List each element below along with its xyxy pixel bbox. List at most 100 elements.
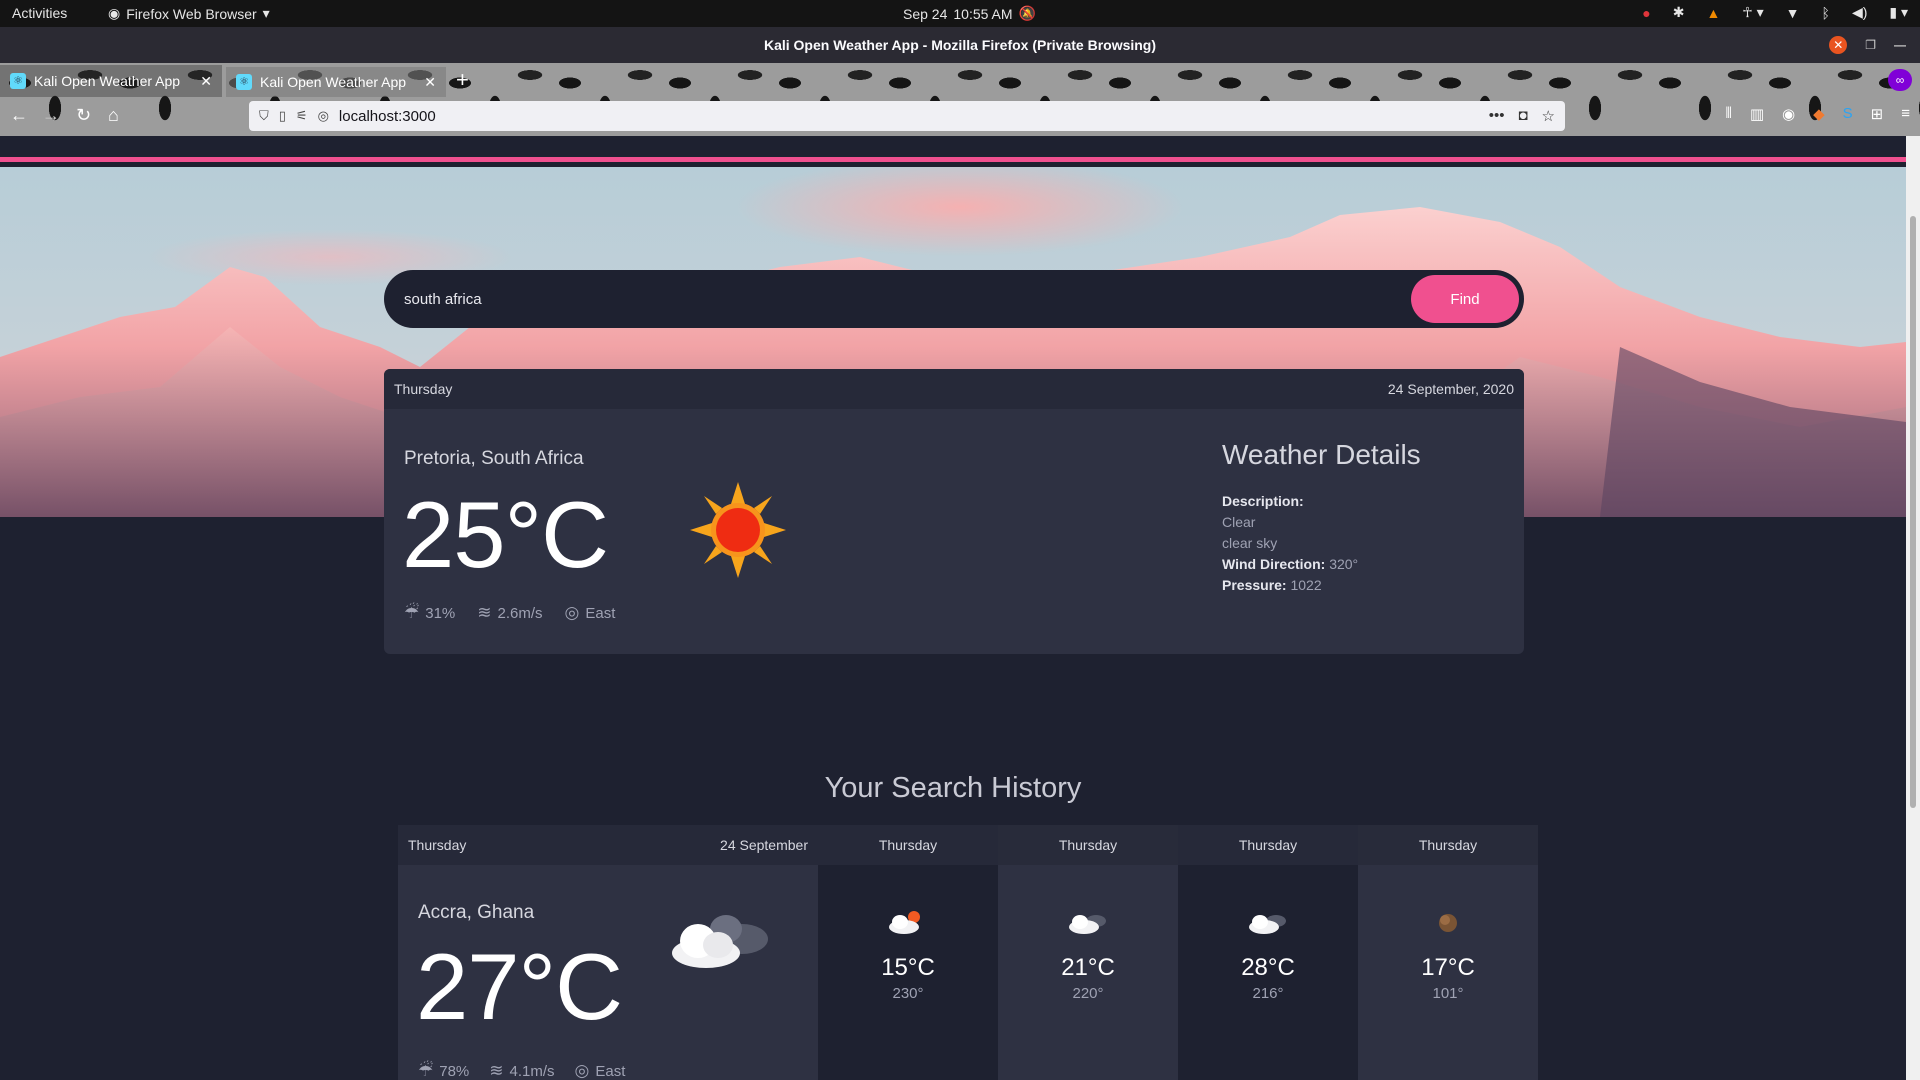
history-day: Thursday (408, 837, 467, 853)
cloud-icon (1069, 915, 1106, 934)
react-icon: ⚛ (10, 73, 26, 89)
wind-stat: ≋ 4.1m/s (489, 1061, 554, 1080)
history-item-degree: 101° (1432, 985, 1464, 1002)
wind-direction-label: Wind Direction: (1222, 556, 1326, 572)
history-item-temperature: 28°C (1241, 954, 1295, 981)
pocket-icon[interactable]: ◘ (1518, 107, 1527, 125)
window-close-button[interactable]: ✕ (1829, 36, 1848, 54)
find-button[interactable]: Find (1411, 275, 1519, 323)
history-item[interactable]: Thursday 15°C 230° (818, 825, 998, 1080)
menu-icon[interactable]: ≡ (1901, 105, 1910, 123)
extensions-icon[interactable]: ⊞ (1871, 105, 1884, 123)
private-browsing-icon: ∞ (1888, 69, 1912, 91)
tab-weather-app-1[interactable]: ⚛ Kali Open Weather App ✕ (0, 65, 222, 97)
chevron-down-icon: ▾ (262, 5, 270, 21)
page-scrollbar[interactable] (1906, 136, 1920, 1080)
cloud-icon (672, 915, 768, 968)
compass-icon: ◎ (574, 1061, 590, 1080)
clock-time: 10:55 AM (953, 5, 1013, 22)
tab-strip: ⚛ Kali Open Weather App ✕ ⚛ Kali Open We… (0, 63, 1920, 97)
extension-icon[interactable]: ◆ (1813, 105, 1825, 123)
close-icon[interactable]: ✕ (200, 73, 212, 90)
library-icon[interactable]: ⫴ (1726, 105, 1732, 123)
partly-cloudy-sun-icon (889, 911, 920, 934)
url-text[interactable]: localhost:3000 (339, 108, 1479, 125)
activities-button[interactable]: Activities (12, 5, 67, 21)
humidity-value: 31% (425, 604, 456, 622)
humidity-stat: ☔ 31% (404, 603, 455, 623)
weather-city: Pretoria, South Africa (404, 448, 584, 469)
description-sub: clear sky (1222, 535, 1278, 551)
tab-weather-app-2[interactable]: ⚛ Kali Open Weather App ✕ (226, 65, 446, 97)
search-input[interactable] (404, 270, 1384, 328)
reload-button[interactable]: ↻ (76, 105, 91, 126)
weather-temperature: 25°C (402, 482, 609, 587)
shield-icon[interactable]: ⛉ (259, 108, 269, 124)
history-item-day: Thursday (1178, 825, 1358, 865)
history-item[interactable]: Thursday 28°C 216° (1178, 825, 1358, 1080)
wind-icon: ≋ (489, 1061, 504, 1080)
accessibility-icon[interactable]: ☥ ▾ (1742, 4, 1763, 21)
window-restore-button[interactable]: ❐ (1865, 38, 1876, 52)
weather-date: 24 September, 2020 (1387, 381, 1514, 397)
history-item-degree: 216° (1252, 985, 1284, 1002)
direction-stat: ◎ East (565, 603, 616, 623)
wind-value: 4.1m/s (509, 1062, 555, 1080)
history-stats: ☔ 78% ≋ 4.1m/s ◎ East (418, 1061, 625, 1080)
page-icon[interactable]: ▯ (279, 108, 286, 124)
battery-icon[interactable]: ▮ ▾ (1889, 4, 1908, 21)
forward-button[interactable]: → (42, 105, 60, 126)
recorder-icon[interactable]: ● (1642, 5, 1650, 21)
app-menu-label: Firefox Web Browser (126, 5, 257, 22)
react-icon: ⚛ (236, 74, 252, 90)
direction-stat: ◎ East (575, 1061, 626, 1080)
navigation-toolbar: ← → ↻ ⌂ ⛉ ▯ ⚟ ◎ localhost:3000 ••• ◘ ☆ ⫴… (0, 97, 1920, 136)
tab-title: Kali Open Weather App (260, 74, 407, 90)
new-tab-button[interactable]: + (456, 67, 469, 93)
bookmark-star-icon[interactable]: ☆ (1542, 107, 1555, 125)
history-item-day: Thursday (818, 825, 998, 865)
firefox-icon: ◉ (108, 5, 121, 21)
wifi-icon[interactable]: ▼ (1786, 5, 1800, 21)
scrollbar-thumb[interactable] (1910, 216, 1916, 808)
history-item[interactable]: Thursday 17°C 101° (1358, 825, 1538, 1080)
direction-value: East (595, 1062, 626, 1080)
sidebar-icon[interactable]: ▥ (1750, 105, 1764, 123)
vlc-icon[interactable]: ▲ (1706, 5, 1720, 21)
description-main: Clear (1222, 514, 1256, 530)
app-nav-strip (0, 136, 1906, 162)
home-button[interactable]: ⌂ (108, 105, 119, 126)
history-item-temperature: 15°C (881, 954, 935, 981)
weather-details-heading: Weather Details (1222, 439, 1421, 470)
address-bar[interactable]: ⛉ ▯ ⚟ ◎ localhost:3000 ••• ◘ ☆ (249, 101, 1565, 131)
app-menu[interactable]: ◉ Firefox Web Browser ▾ (108, 5, 270, 22)
window-minimize-button[interactable]: — (1894, 38, 1906, 52)
history-main-card[interactable]: Thursday 24 September Accra, Ghana 27°C … (398, 825, 818, 1080)
volume-icon[interactable]: ◀) (1852, 4, 1867, 21)
current-weather-card: Thursday 24 September, 2020 Pretoria, So… (384, 369, 1524, 654)
history-city: Accra, Ghana (418, 902, 535, 923)
permissions-icon[interactable]: ⚟ (296, 108, 308, 124)
history-date: 24 September (720, 837, 808, 853)
history-item[interactable]: Thursday 21°C 220° (998, 825, 1178, 1080)
humidity-stat: ☔ 78% (418, 1061, 469, 1080)
bluetooth-icon[interactable]: ᛒ (1822, 5, 1830, 21)
pressure-label: Pressure: (1222, 577, 1287, 593)
page-actions-icon[interactable]: ••• (1489, 107, 1505, 125)
extension-s-icon[interactable]: S (1843, 105, 1853, 123)
account-icon[interactable]: ◉ (1782, 105, 1795, 123)
history-temperature: 27°C (416, 934, 623, 1039)
window-title-bar: Kali Open Weather App - Mozilla Firefox … (0, 27, 1920, 63)
clock[interactable]: Sep 24 10:55 AM 🔕 (903, 5, 1036, 22)
weather-stats: ☔ 31% ≋ 2.6m/s ◎ East (404, 603, 615, 623)
wind-stat: ≋ 2.6m/s (477, 603, 542, 623)
browser-chrome: ⚛ Kali Open Weather App ✕ ⚛ Kali Open We… (0, 63, 1920, 136)
description-label: Description: (1222, 493, 1304, 509)
slack-icon[interactable]: ✱ (1673, 4, 1685, 21)
cloud-icon (1249, 915, 1286, 934)
connection-icon[interactable]: ◎ (318, 108, 329, 124)
humidity-icon: ☔ (418, 1061, 434, 1080)
close-icon[interactable]: ✕ (424, 74, 436, 91)
notifications-off-icon: 🔕 (1018, 5, 1036, 21)
back-button[interactable]: ← (10, 105, 28, 126)
